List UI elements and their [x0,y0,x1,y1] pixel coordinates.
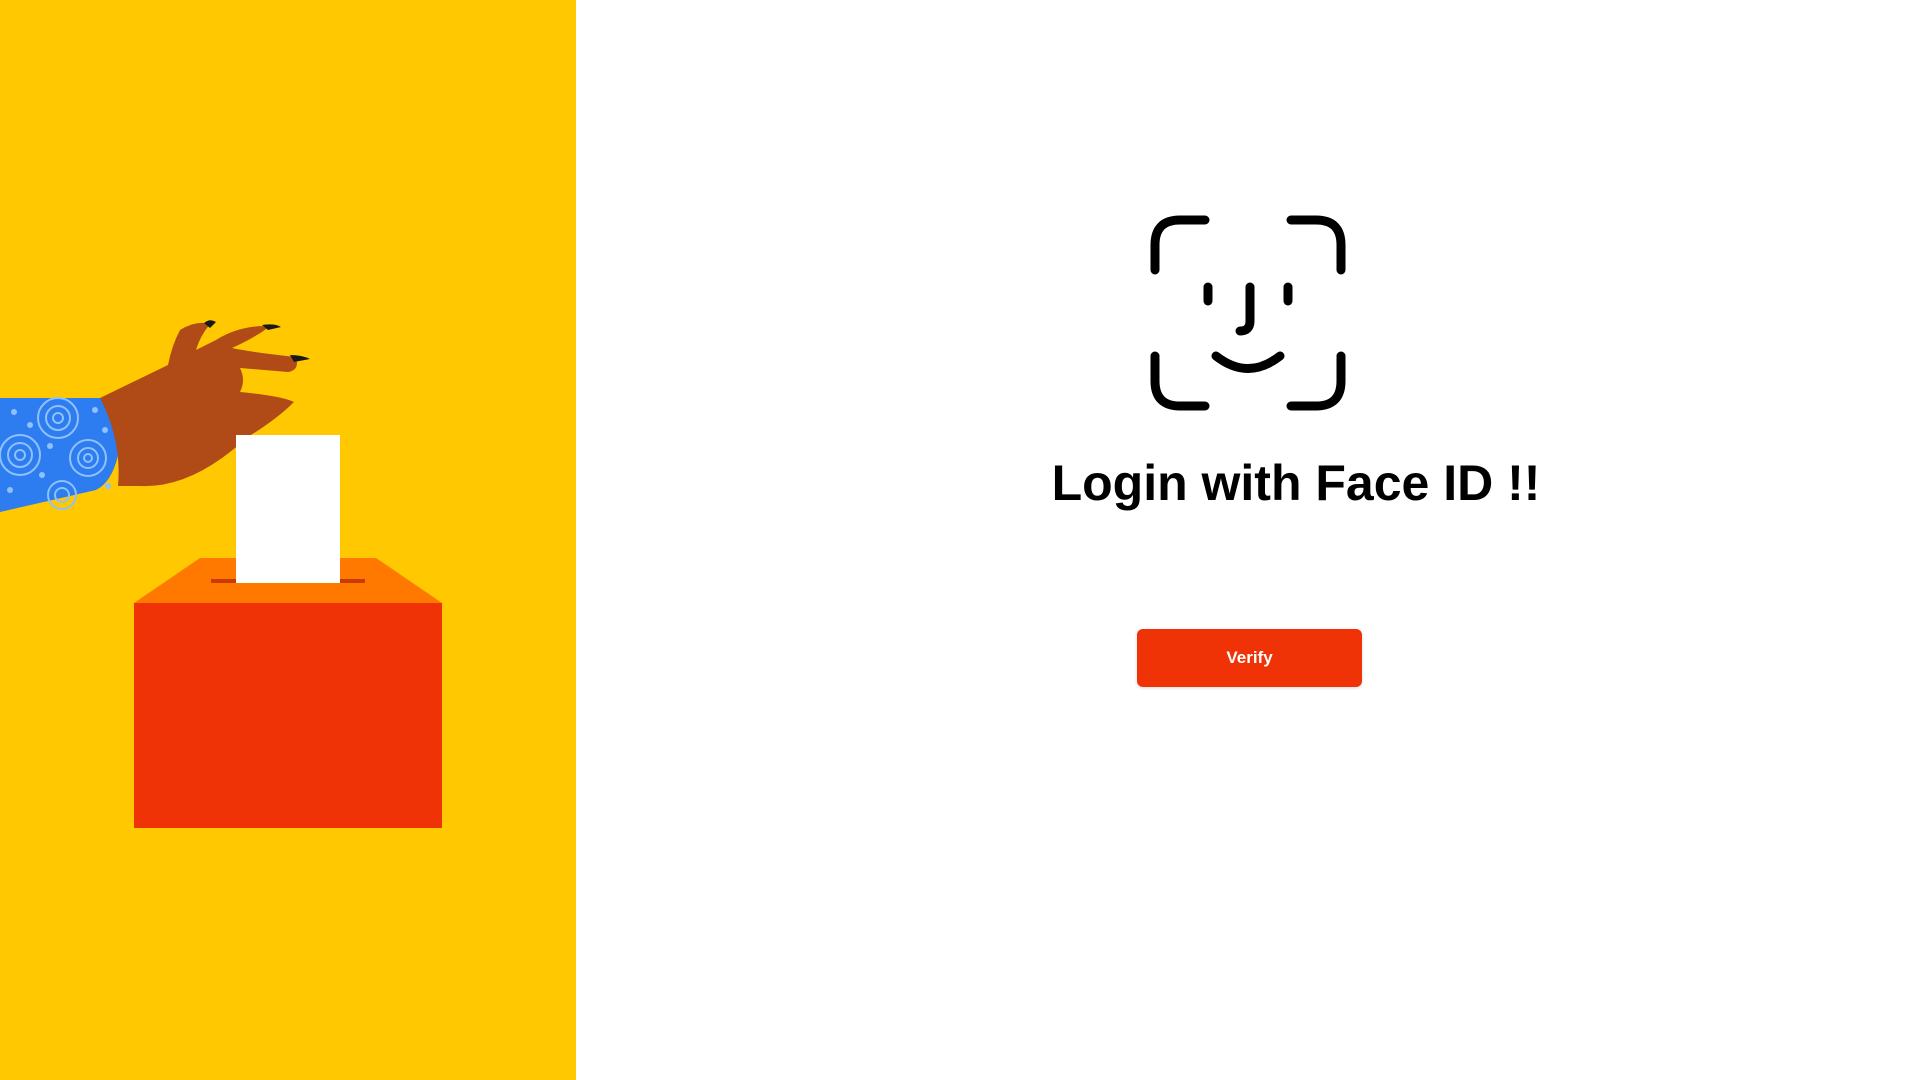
verify-button[interactable]: Verify [1137,629,1362,687]
face-id-icon [1150,215,1346,411]
face-id-login-page: Login with Face ID !! Verify [0,0,1920,1080]
ballot-box-illustration [0,320,442,828]
login-panel [576,0,1920,1080]
illustration-panel [0,0,576,1080]
page-title: Login with Face ID !! [1051,455,1541,511]
